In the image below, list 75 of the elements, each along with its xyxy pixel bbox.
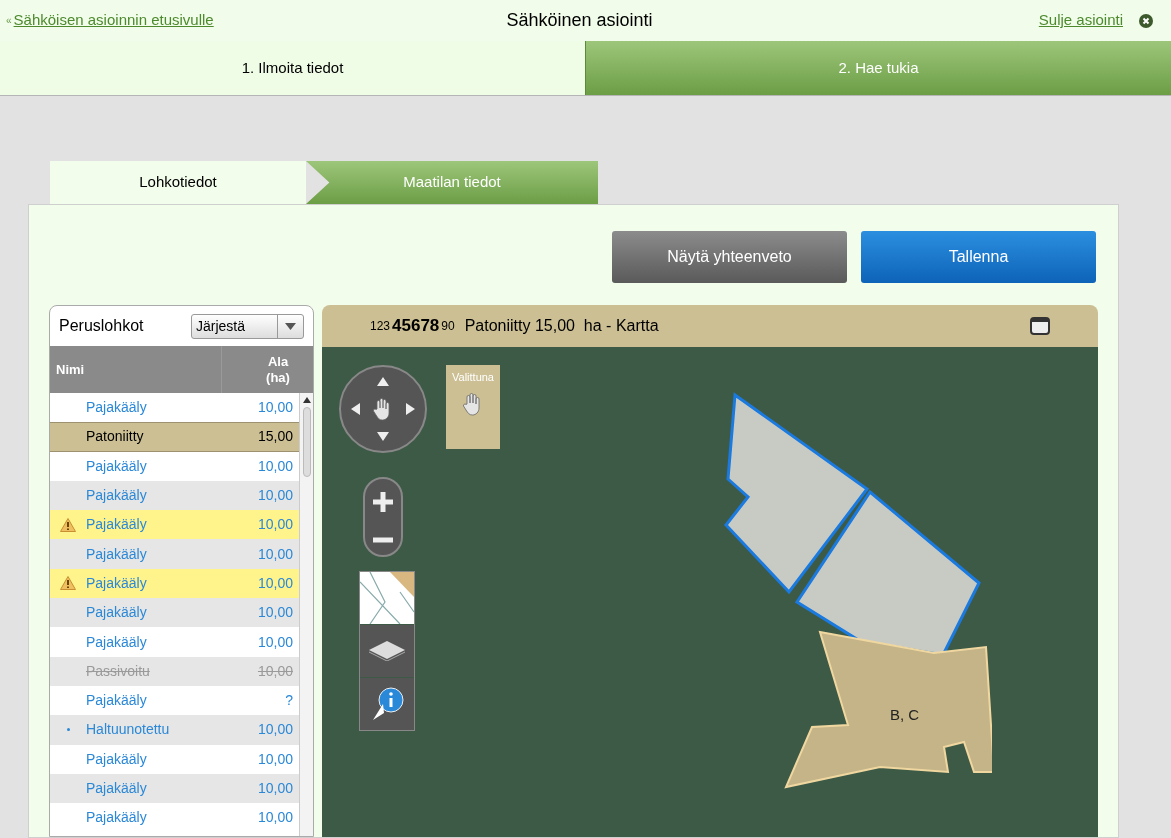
- parcel-name: Pajakääly: [86, 691, 148, 711]
- parcel-row[interactable]: Pajakääly 10,00: [50, 598, 299, 628]
- parcel-area: 10,00: [219, 778, 299, 799]
- parcel-name: Pajakääly: [86, 779, 148, 798]
- parcel-area: 10,00: [219, 572, 299, 594]
- scroll-up-icon[interactable]: [302, 397, 311, 403]
- close-link[interactable]: Sulje asiointi: [1038, 9, 1123, 32]
- parcel-row[interactable]: Haltuunotettu 10,00: [50, 715, 299, 745]
- parcel-row[interactable]: Pajakääly 10,00: [50, 539, 299, 569]
- parcel-area: 10,00: [219, 514, 299, 536]
- parcel-name: Pajakääly: [86, 808, 148, 828]
- parcel-row[interactable]: Pajakääly 10,00: [50, 510, 299, 540]
- step-tab[interactable]: 2. Hae tukia: [585, 41, 1171, 95]
- warning-icon: [60, 576, 76, 591]
- back-link[interactable]: Sähköisen asioinnin etusivulle: [13, 9, 214, 32]
- warning-icon: [60, 517, 76, 532]
- parcel-area: ?: [219, 690, 299, 712]
- map-title: Patoniitty 15,00 ha - Kartta: [464, 316, 660, 336]
- map-thumbnail-icon: [360, 572, 414, 624]
- save-button[interactable]: Tallenna: [861, 231, 1096, 283]
- column-header: Nimi: [55, 360, 86, 379]
- back-arrow-mark: «: [6, 14, 12, 28]
- close-icon[interactable]: [1139, 13, 1153, 28]
- parcel-name: Pajakääly: [86, 456, 148, 476]
- zoom-control[interactable]: [363, 477, 403, 557]
- section-tab[interactable]: Lohkotiedot: [50, 161, 306, 204]
- parcel-row[interactable]: Pajakääly 10,00: [50, 568, 299, 599]
- parcel-name: Pajakääly: [86, 486, 148, 506]
- parcel-name: Patoniitty: [86, 427, 145, 447]
- layers-icon: [369, 641, 405, 661]
- parcel-name: Pajakääly: [86, 749, 148, 769]
- info-button[interactable]: [360, 678, 414, 730]
- parcel-area: 10,00: [219, 719, 299, 741]
- hand-icon: [463, 391, 483, 416]
- parcel-row[interactable]: Pajakääly 10,00: [50, 773, 299, 804]
- sort-select[interactable]: Järjestä: [191, 313, 304, 339]
- parcel-area: 10,00: [219, 631, 299, 653]
- parcel-name: Pajakääly: [86, 515, 148, 535]
- parcel-row[interactable]: Pajakääly 10,00: [50, 480, 299, 511]
- parcel-name: Passivoitu: [86, 661, 151, 681]
- parcel-area: 10,00: [219, 748, 299, 770]
- parcel-row[interactable]: Patoniitty 15,00: [50, 422, 299, 452]
- parcel-name: Pajakääly: [86, 632, 148, 652]
- parcel-name: Haltuunotettu: [86, 720, 171, 740]
- selected-tool-label: Valittuna: [452, 370, 494, 385]
- minus-icon[interactable]: [373, 536, 393, 543]
- hand-icon: [373, 397, 393, 421]
- section-tab[interactable]: Maatilan tiedot: [306, 161, 598, 204]
- parcel-id: 45678: [392, 315, 440, 338]
- list-title: Peruslohkot: [59, 316, 144, 336]
- maximize-icon[interactable]: [1030, 317, 1050, 335]
- parcel-area: 15,00: [219, 426, 299, 448]
- layers-button[interactable]: [360, 625, 414, 677]
- parcel-area: 10,00: [219, 602, 299, 624]
- parcel-id-suffix: 90: [441, 318, 455, 335]
- parcel-id-prefix: 123: [370, 318, 391, 335]
- parcel-name: Pajakääly: [86, 544, 148, 564]
- dot-icon: [66, 728, 70, 732]
- parcel-area: 10,00: [219, 397, 299, 419]
- parcel-area: 10,00: [219, 485, 299, 507]
- step-tab[interactable]: 1. Ilmoita tiedot: [0, 41, 585, 95]
- parcel-area: 10,00: [219, 543, 299, 565]
- parcel-name: Pajakääly: [86, 603, 148, 623]
- parcel-name: Pajakääly: [86, 398, 148, 418]
- parcel-row[interactable]: Passivoitu 10,00: [50, 656, 299, 686]
- parcel-area: 10,00: [219, 660, 299, 682]
- parcel-label: B, C: [890, 705, 920, 725]
- summary-button[interactable]: Näytä yhteenveto: [612, 231, 847, 283]
- plus-icon[interactable]: [373, 491, 393, 512]
- page-title: Sähköinen asiointi: [506, 9, 653, 32]
- parcel-area: 10,00: [219, 455, 299, 477]
- caret-icon: [285, 322, 296, 330]
- parcel-name: Pajakääly: [86, 573, 148, 593]
- scrollbar-thumb[interactable]: [302, 407, 311, 477]
- parcel-area: 10,00: [219, 807, 299, 829]
